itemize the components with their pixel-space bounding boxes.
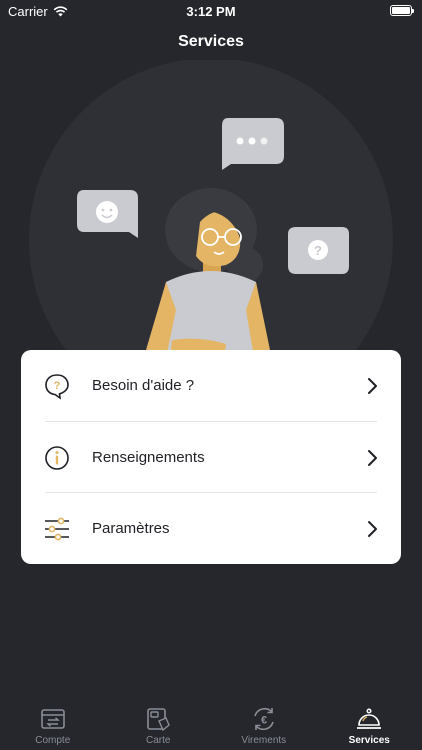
service-bell-icon [357,708,382,729]
typing-bubble-icon [222,118,284,170]
menu-item-help[interactable]: ? Besoin d'aide ? [21,350,401,421]
euro-transfer-icon: € [253,708,274,730]
info-icon [45,445,69,470]
chevron-right-icon [368,520,377,537]
page-title: Services [178,33,244,50]
status-bar: Carrier 3:12 PM [0,0,422,22]
tab-virements[interactable]: € Virements [211,698,317,750]
svg-text:?: ? [54,380,61,392]
tab-label: Services [348,735,390,746]
menu-item-label: Paramètres [92,520,170,537]
tab-bar: Compte Carte € Virements Services [0,698,422,750]
menu-item-label: Besoin d'aide ? [92,377,195,394]
svg-text:€: € [261,715,267,727]
menu-item-settings[interactable]: Paramètres [21,493,401,564]
settings-sliders-icon [45,517,69,540]
account-transfer-icon [40,709,65,729]
tab-carte[interactable]: Carte [106,698,212,750]
chevron-right-icon [368,449,377,466]
battery-icon [390,5,414,16]
tab-services[interactable]: Services [317,698,422,750]
tab-label: Compte [35,735,71,746]
svg-text:?: ? [314,243,322,258]
smiley-bubble-icon [77,190,138,238]
services-menu-card: ? Besoin d'aide ? Renseignements Paramèt… [21,350,401,564]
tab-compte[interactable]: Compte [0,698,106,750]
menu-item-info[interactable]: Renseignements [21,422,401,493]
chevron-right-icon [368,377,377,394]
help-chat-icon: ? [45,373,69,400]
tab-label: Virements [241,735,287,746]
tab-label: Carte [146,735,171,746]
status-time: 3:12 PM [186,4,236,19]
menu-item-label: Renseignements [92,449,205,466]
card-icon [147,708,171,732]
support-illustration: ? [29,60,393,360]
question-bubble-icon: ? [288,227,349,274]
